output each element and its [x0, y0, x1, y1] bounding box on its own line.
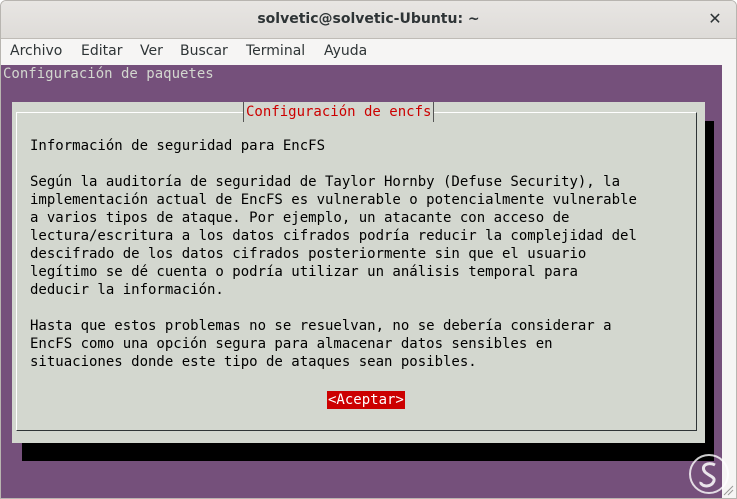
terminal-window: solvetic@solvetic-Ubuntu: ~ ✕ Archivo Ed…: [0, 0, 737, 499]
window-title: solvetic@solvetic-Ubuntu: ~: [257, 11, 480, 27]
menu-editar[interactable]: Editar: [81, 43, 122, 59]
dialog-message: Información de seguridad para EncFS Segú…: [30, 138, 637, 370]
menu-archivo[interactable]: Archivo: [10, 43, 62, 59]
scrollbar[interactable]: [722, 65, 736, 498]
dialog-title: Configuración de encfs: [243, 102, 435, 122]
menu-buscar[interactable]: Buscar: [180, 43, 228, 59]
menu-ayuda[interactable]: Ayuda: [324, 43, 367, 59]
accept-button[interactable]: <Aceptar>: [327, 391, 405, 409]
menu-terminal[interactable]: Terminal: [246, 43, 305, 59]
package-config-header: Configuración de paquetes: [3, 66, 214, 82]
menu-bar: Archivo Editar Ver Buscar Terminal Ayuda: [1, 39, 736, 65]
encfs-dialog: Configuración de encfs Información de se…: [12, 102, 705, 443]
close-button[interactable]: ✕: [706, 10, 724, 28]
title-bar[interactable]: solvetic@solvetic-Ubuntu: ~ ✕: [1, 1, 736, 39]
close-icon[interactable]: ✕: [708, 9, 721, 28]
resize-grip-icon[interactable]: [722, 484, 734, 496]
menu-ver[interactable]: Ver: [140, 43, 163, 59]
terminal-area[interactable]: Configuración de paquetes Configuración …: [1, 65, 736, 498]
